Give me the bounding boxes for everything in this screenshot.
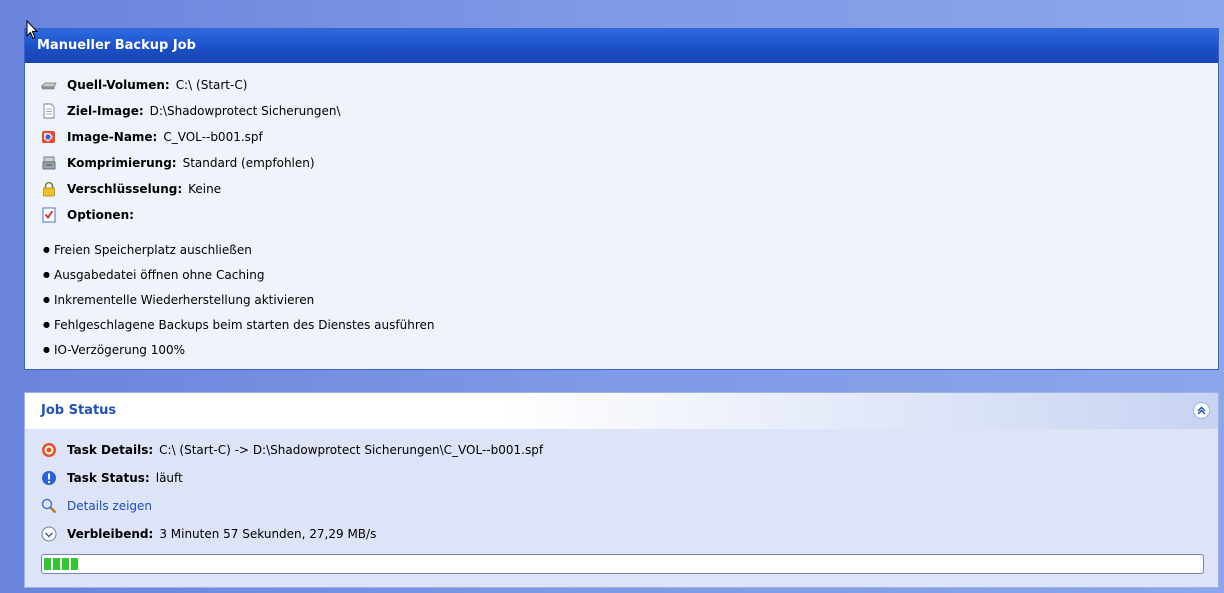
source-volume-value: C:\ (Start-C) bbox=[175, 78, 248, 92]
image-file-icon bbox=[42, 131, 55, 143]
options-row: Optionen: bbox=[41, 205, 140, 225]
magnifier-icon bbox=[41, 498, 57, 514]
image-name-value: C_VOL--b001.spf bbox=[163, 130, 263, 144]
lock-icon bbox=[43, 181, 55, 197]
target-image-value: D:\Shadowprotect Sicherungen\ bbox=[149, 104, 341, 118]
clock-icon bbox=[41, 526, 57, 542]
task-status-row: Task Status: läuft bbox=[41, 468, 183, 488]
document-icon bbox=[43, 103, 55, 119]
options-label: Optionen: bbox=[67, 208, 134, 222]
target-image-label: Ziel-Image: bbox=[67, 104, 144, 118]
task-details-row: Task Details: C:\ (Start-C) -> D:\Shadow… bbox=[41, 440, 543, 460]
job-status-panel: Job Status Task Details: C:\ (Start-C) -… bbox=[24, 392, 1219, 588]
remaining-row: Verbleibend: 3 Minuten 57 Sekunden, 27,2… bbox=[41, 524, 376, 544]
option-item: Fehlgeschlagene Backups beim starten des… bbox=[43, 316, 435, 334]
target-image-row: Ziel-Image: D:\Shadowprotect Sicherungen… bbox=[41, 101, 340, 121]
collapse-button[interactable] bbox=[1193, 402, 1210, 419]
encryption-value: Keine bbox=[188, 182, 222, 196]
compress-icon bbox=[42, 156, 56, 170]
progress-bar bbox=[41, 554, 1204, 574]
checklist-icon bbox=[42, 207, 56, 223]
task-status-label: Task Status: bbox=[67, 471, 150, 485]
encryption-row: Verschlüsselung: Keine bbox=[41, 179, 221, 199]
progress-fill bbox=[44, 558, 79, 570]
job-status-title-bar: Job Status bbox=[25, 393, 1218, 429]
image-name-row: Image-Name: C_VOL--b001.spf bbox=[41, 127, 263, 147]
source-volume-label: Quell-Volumen: bbox=[67, 78, 170, 92]
mouse-cursor-icon bbox=[26, 20, 38, 40]
compression-row: Komprimierung: Standard (empfohlen) bbox=[41, 153, 315, 173]
option-item: Ausgabedatei öffnen ohne Caching bbox=[43, 266, 265, 284]
double-chevron-up-icon bbox=[1197, 406, 1206, 415]
drive-icon bbox=[41, 82, 57, 90]
task-status-value: läuft bbox=[155, 471, 183, 485]
option-item: Inkrementelle Wiederherstellung aktivier… bbox=[43, 291, 314, 309]
compression-label: Komprimierung: bbox=[67, 156, 177, 170]
source-volume-row: Quell-Volumen: C:\ (Start-C) bbox=[41, 75, 247, 95]
backup-job-title: Manueller Backup Job bbox=[25, 29, 1218, 63]
target-icon bbox=[42, 443, 56, 457]
task-details-label: Task Details: bbox=[67, 443, 154, 457]
compression-value: Standard (empfohlen) bbox=[182, 156, 315, 170]
encryption-label: Verschlüsselung: bbox=[67, 182, 183, 196]
job-status-title: Job Status bbox=[41, 403, 117, 418]
details-link-row[interactable]: Details zeigen bbox=[41, 496, 152, 516]
remaining-value: 3 Minuten 57 Sekunden, 27,29 MB/s bbox=[159, 527, 377, 541]
details-show-link[interactable]: Details zeigen bbox=[67, 496, 152, 516]
info-icon bbox=[42, 471, 56, 485]
option-item: Freien Speicherplatz auschließen bbox=[43, 241, 252, 259]
backup-job-panel: Manueller Backup Job Quell-Volumen: C:\ … bbox=[24, 28, 1219, 370]
option-item: IO-Verzögerung 100% bbox=[43, 341, 185, 359]
remaining-label: Verbleibend: bbox=[67, 527, 154, 541]
image-name-label: Image-Name: bbox=[67, 130, 158, 144]
task-details-value: C:\ (Start-C) -> D:\Shadowprotect Sicher… bbox=[159, 443, 544, 457]
